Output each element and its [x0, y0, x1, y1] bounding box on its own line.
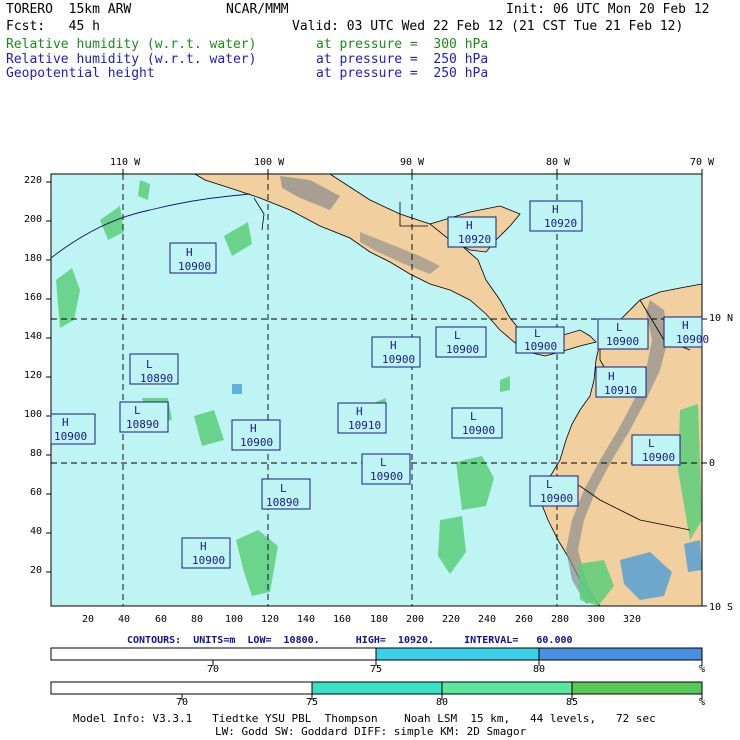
- center-type: L: [546, 478, 553, 491]
- center-value: 10910: [348, 419, 381, 432]
- colorbar-2-label-80: 80: [436, 697, 449, 708]
- model-info-line-1: Model Info: V3.3.1 Tiedtke YSU PBL Thomp…: [73, 712, 656, 725]
- center-type: H: [62, 416, 69, 429]
- colorbar-2-label-85: 85: [566, 697, 579, 708]
- center-type: H: [186, 246, 193, 259]
- center-value: 10900: [240, 436, 273, 449]
- center-type: H: [390, 339, 397, 352]
- center-value: 10900: [382, 353, 415, 366]
- center-type: L: [134, 404, 141, 417]
- center-type: L: [470, 410, 477, 423]
- center-type: L: [380, 456, 387, 469]
- center-value: 10890: [266, 496, 299, 509]
- colorbar-1-label-70: 70: [207, 664, 220, 675]
- center-value: 10920: [544, 217, 577, 230]
- center-value: 10900: [370, 470, 403, 483]
- colorbar-1-label-75: 75: [370, 664, 383, 675]
- map-canvas: H 10900 L 10890 H 10900 L 10890 H 10900 …: [46, 169, 709, 607]
- center-type: H: [608, 370, 615, 383]
- center-value: 10900: [676, 333, 709, 346]
- center-value: 10900: [192, 554, 225, 567]
- center-type: H: [552, 203, 559, 216]
- colorbar-2-unit: %: [699, 697, 706, 708]
- center-type: L: [616, 321, 623, 334]
- center-value: 10890: [126, 418, 159, 431]
- center-type: L: [280, 482, 287, 495]
- colorbar-2-label-70: 70: [176, 697, 189, 708]
- colorbar-2-label-75: 75: [306, 697, 319, 708]
- center-value: 10900: [524, 340, 557, 353]
- center-value: 10900: [446, 343, 479, 356]
- colorbar-1-unit: %: [699, 664, 706, 675]
- center-type: H: [682, 319, 689, 332]
- model-info-line-2: LW: Godd SW: Goddard DIFF: simple KM: 2D…: [215, 725, 527, 738]
- center-type: L: [146, 358, 153, 371]
- center-value: 10900: [642, 451, 675, 464]
- center-value: 10920: [458, 233, 491, 246]
- center-type: L: [648, 437, 655, 450]
- center-type: H: [356, 405, 363, 418]
- center-type: L: [534, 327, 541, 340]
- center-value: 10900: [178, 260, 211, 273]
- contours-info: CONTOURS: UNITS=m LOW= 10800. HIGH= 1092…: [127, 635, 573, 646]
- center-type: H: [200, 540, 207, 553]
- center-value: 10900: [606, 335, 639, 348]
- center-value: 10910: [604, 384, 637, 397]
- center-value: 10890: [140, 372, 173, 385]
- colorbar-1-label-80: 80: [533, 664, 546, 675]
- center-value: 10900: [54, 430, 87, 443]
- center-type: H: [250, 422, 257, 435]
- center-value: 10900: [462, 424, 495, 437]
- center-value: 10900: [540, 492, 573, 505]
- rh-patch: [232, 384, 242, 394]
- center-type: H: [466, 219, 473, 232]
- center-type: L: [454, 329, 461, 342]
